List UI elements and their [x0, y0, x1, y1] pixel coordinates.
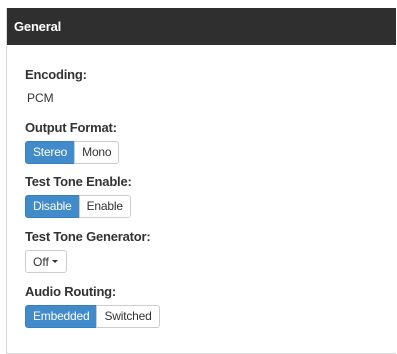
encoding-label: Encoding: — [25, 67, 87, 82]
switched-button[interactable]: Switched — [96, 305, 160, 328]
test-tone-generator-label: Test Tone Generator: — [25, 229, 151, 244]
mono-button[interactable]: Mono — [74, 141, 120, 164]
test-tone-generator-value: Off — [33, 254, 49, 269]
test-tone-generator-dropdown[interactable]: Off — [25, 250, 67, 273]
output-format-label: Output Format: — [25, 120, 117, 135]
embedded-button[interactable]: Embedded — [25, 305, 98, 328]
stereo-button[interactable]: Stereo — [25, 141, 76, 164]
panel-body: Encoding: PCM Output Format: Stereo Mono… — [7, 45, 396, 328]
test-tone-enable-label: Test Tone Enable: — [25, 174, 132, 189]
audio-routing-toggle: Embedded Switched — [25, 305, 160, 328]
encoding-value: PCM — [27, 91, 54, 105]
enable-button[interactable]: Enable — [78, 195, 131, 218]
output-format-group: Output Format: Stereo Mono — [25, 120, 396, 164]
output-format-toggle: Stereo Mono — [25, 141, 120, 164]
test-tone-enable-group: Test Tone Enable: Disable Enable — [25, 174, 396, 218]
test-tone-generator-group: Test Tone Generator: Off — [25, 229, 396, 273]
disable-button[interactable]: Disable — [25, 195, 80, 218]
panel-title: General — [7, 8, 396, 45]
encoding-group: Encoding: PCM — [25, 67, 396, 106]
chevron-down-icon — [51, 260, 58, 263]
audio-routing-group: Audio Routing: Embedded Switched — [25, 284, 396, 328]
general-panel: General Encoding: PCM Output Format: Ste… — [6, 8, 396, 354]
test-tone-enable-toggle: Disable Enable — [25, 195, 131, 218]
audio-routing-label: Audio Routing: — [25, 284, 117, 299]
